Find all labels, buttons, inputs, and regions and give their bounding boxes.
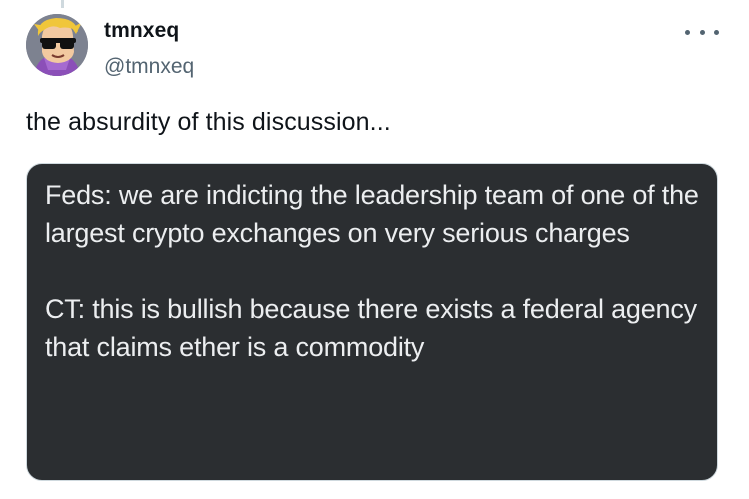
thread-connector-line — [61, 0, 64, 8]
more-options-button[interactable] — [685, 22, 719, 42]
tweet-text: the absurdity of this discussion... — [26, 108, 391, 136]
image-paragraph-ct: CT: this is bullish because there exists… — [45, 294, 697, 362]
more-horizontal-icon — [685, 29, 690, 35]
avatar-cartoon-sunglasses-icon — [26, 14, 88, 76]
attached-image[interactable]: Feds: we are indicting the leadership te… — [26, 163, 718, 481]
avatar[interactable] — [26, 14, 88, 76]
more-horizontal-icon-dot — [714, 29, 719, 35]
user-handle[interactable]: @tmnxeq — [104, 55, 194, 79]
image-text-content: Feds: we are indicting the leadership te… — [45, 176, 699, 366]
display-name[interactable]: tmnxeq — [104, 19, 179, 43]
more-horizontal-icon-dot — [699, 29, 705, 35]
image-paragraph-feds: Feds: we are indicting the leadership te… — [45, 180, 699, 248]
